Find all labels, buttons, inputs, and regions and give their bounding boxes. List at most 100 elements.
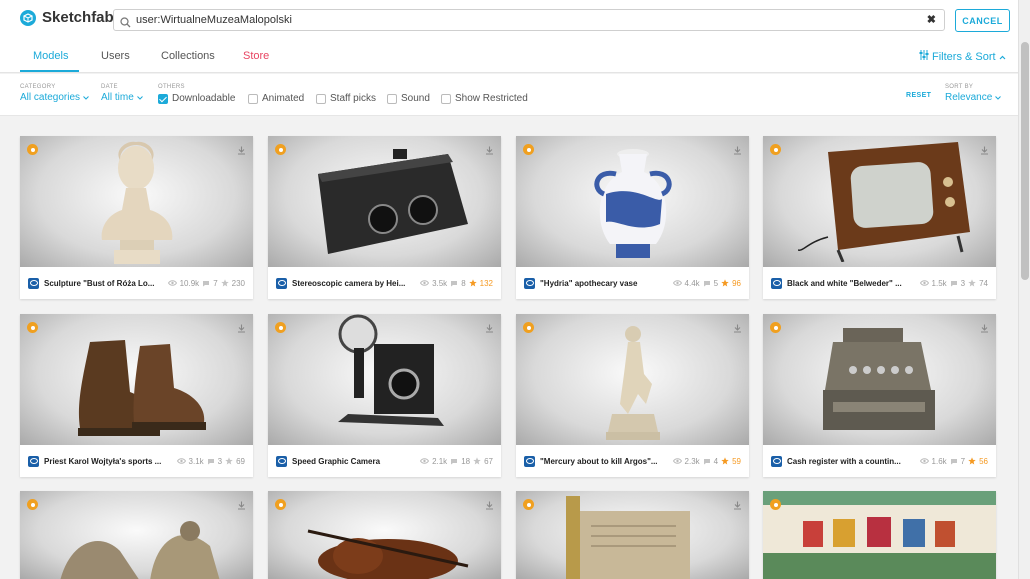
star-icon[interactable] xyxy=(468,279,477,287)
star-icon[interactable] xyxy=(721,279,729,287)
star-icon[interactable] xyxy=(220,279,229,287)
views-icon xyxy=(420,280,430,286)
violin-art-icon xyxy=(307,529,469,579)
star-icon[interactable] xyxy=(225,457,233,465)
model-card[interactable]: Speed Graphic Camera 2.1k 18 67 xyxy=(268,314,501,477)
likes-count: 67 xyxy=(484,456,493,466)
model-card[interactable]: "Mercury about to kill Argos"... 2.3k 4 59 xyxy=(516,314,749,477)
checkbox-checked-icon xyxy=(158,93,168,104)
model-thumbnail[interactable] xyxy=(20,491,253,579)
staff-pick-icon xyxy=(275,144,286,155)
author-avatar[interactable] xyxy=(28,455,39,467)
download-icon[interactable] xyxy=(237,142,246,160)
model-title[interactable]: "Hydria" apothecary vase xyxy=(540,279,658,288)
model-card[interactable] xyxy=(516,491,749,579)
download-icon[interactable] xyxy=(733,320,742,338)
top-bar: Sketchfab ✖ CANCEL xyxy=(0,0,1018,40)
model-thumbnail[interactable] xyxy=(763,314,996,445)
model-thumbnail[interactable] xyxy=(20,136,253,267)
download-icon[interactable] xyxy=(485,497,494,515)
tab-models[interactable]: Models xyxy=(33,50,68,62)
download-icon[interactable] xyxy=(485,320,494,338)
download-icon[interactable] xyxy=(733,497,742,515)
page-scrollbar[interactable] xyxy=(1018,0,1030,579)
brand-name: Sketchfab xyxy=(42,9,114,26)
download-icon[interactable] xyxy=(980,142,989,160)
tab-store[interactable]: Store xyxy=(243,50,269,62)
sort-by[interactable]: SORT BY Relevance xyxy=(945,83,1001,105)
model-title[interactable]: Sculpture "Bust of Róża Lo... xyxy=(44,279,162,288)
model-card[interactable] xyxy=(763,491,996,579)
category-filter[interactable]: CATEGORY All categories xyxy=(20,83,89,105)
author-avatar[interactable] xyxy=(524,277,535,289)
author-avatar[interactable] xyxy=(771,277,782,289)
model-card[interactable] xyxy=(268,491,501,579)
model-thumbnail[interactable] xyxy=(268,136,501,267)
date-filter[interactable]: DATE All time xyxy=(101,83,143,105)
staff-pick-icon xyxy=(275,322,286,333)
star-icon[interactable] xyxy=(968,279,976,287)
model-thumbnail[interactable] xyxy=(516,314,749,445)
model-thumbnail[interactable] xyxy=(516,491,749,579)
downloadable-checkbox[interactable]: Downloadable xyxy=(158,93,235,104)
model-thumbnail[interactable] xyxy=(268,314,501,445)
model-stats: 2.3k 4 59 xyxy=(672,457,741,466)
model-title[interactable]: Cash register with a countin... xyxy=(787,457,905,466)
star-icon[interactable] xyxy=(473,457,481,465)
download-icon[interactable] xyxy=(237,320,246,338)
download-icon[interactable] xyxy=(980,320,989,338)
staff-pick-icon xyxy=(770,499,781,510)
author-avatar[interactable] xyxy=(524,455,535,467)
model-thumbnail[interactable] xyxy=(516,136,749,267)
author-avatar[interactable] xyxy=(771,455,782,467)
staff-picks-checkbox[interactable]: Staff picks xyxy=(316,93,376,104)
model-card[interactable] xyxy=(20,491,253,579)
model-title[interactable]: "Mercury about to kill Argos"... xyxy=(540,457,658,466)
staff-pick-icon xyxy=(27,499,38,510)
room-interior-art-icon xyxy=(763,491,996,579)
model-card[interactable]: Sculpture "Bust of Róża Lo... 10.9k 7 230 xyxy=(20,136,253,299)
views-count: 3.5k xyxy=(432,278,448,288)
model-thumbnail[interactable] xyxy=(763,136,996,267)
model-title[interactable]: Black and white "Belweder" ... xyxy=(787,279,905,288)
star-icon[interactable] xyxy=(968,457,976,465)
model-thumbnail[interactable] xyxy=(20,314,253,445)
cash-register-art-icon xyxy=(823,328,935,430)
tab-collections[interactable]: Collections xyxy=(161,50,215,62)
clear-search-icon[interactable]: ✖ xyxy=(927,13,936,26)
model-card[interactable]: Priest Karol Wojtyła's sports ... 3.1k 3 69 xyxy=(20,314,253,477)
checkbox-icon xyxy=(316,93,326,104)
show-restricted-checkbox[interactable]: Show Restricted xyxy=(441,93,528,104)
download-icon[interactable] xyxy=(733,142,742,160)
category-value[interactable]: All categories xyxy=(20,91,89,105)
author-avatar[interactable] xyxy=(28,277,39,289)
reset-button[interactable]: RESET xyxy=(906,92,931,99)
sketchfab-logo[interactable]: Sketchfab xyxy=(20,9,114,26)
date-value[interactable]: All time xyxy=(101,91,143,105)
model-thumbnail[interactable] xyxy=(268,491,501,579)
model-title[interactable]: Speed Graphic Camera xyxy=(292,457,410,466)
tab-users[interactable]: Users xyxy=(101,50,130,62)
model-card[interactable]: Black and white "Belweder" ... 1.5k 3 74 xyxy=(763,136,996,299)
model-title[interactable]: Priest Karol Wojtyła's sports ... xyxy=(44,457,162,466)
download-icon[interactable] xyxy=(485,142,494,160)
model-card[interactable]: "Hydria" apothecary vase 4.4k 5 96 xyxy=(516,136,749,299)
animated-checkbox[interactable]: Animated xyxy=(248,93,304,104)
filters-sort-toggle[interactable]: Filters & Sort xyxy=(919,50,1006,63)
chevron-down-icon xyxy=(995,96,1001,100)
model-card[interactable]: Stereoscopic camera by Hei... 3.5k 8 132 xyxy=(268,136,501,299)
author-avatar[interactable] xyxy=(276,277,287,289)
star-icon[interactable] xyxy=(721,457,729,465)
search-input[interactable] xyxy=(136,12,926,28)
model-title[interactable]: Stereoscopic camera by Hei... xyxy=(292,279,410,288)
checkbox-icon xyxy=(248,93,258,104)
card-footer: Cash register with a countin... 1.6k 7 56 xyxy=(763,445,996,477)
scrollbar-thumb[interactable] xyxy=(1021,42,1029,280)
sort-value[interactable]: Relevance xyxy=(945,91,1001,105)
model-card[interactable]: Cash register with a countin... 1.6k 7 56 xyxy=(763,314,996,477)
card-footer: Priest Karol Wojtyła's sports ... 3.1k 3 69 xyxy=(20,445,253,477)
sound-checkbox[interactable]: Sound xyxy=(387,93,430,104)
model-thumbnail[interactable] xyxy=(763,491,996,579)
author-avatar[interactable] xyxy=(276,455,287,467)
cancel-button[interactable]: CANCEL xyxy=(955,9,1010,32)
